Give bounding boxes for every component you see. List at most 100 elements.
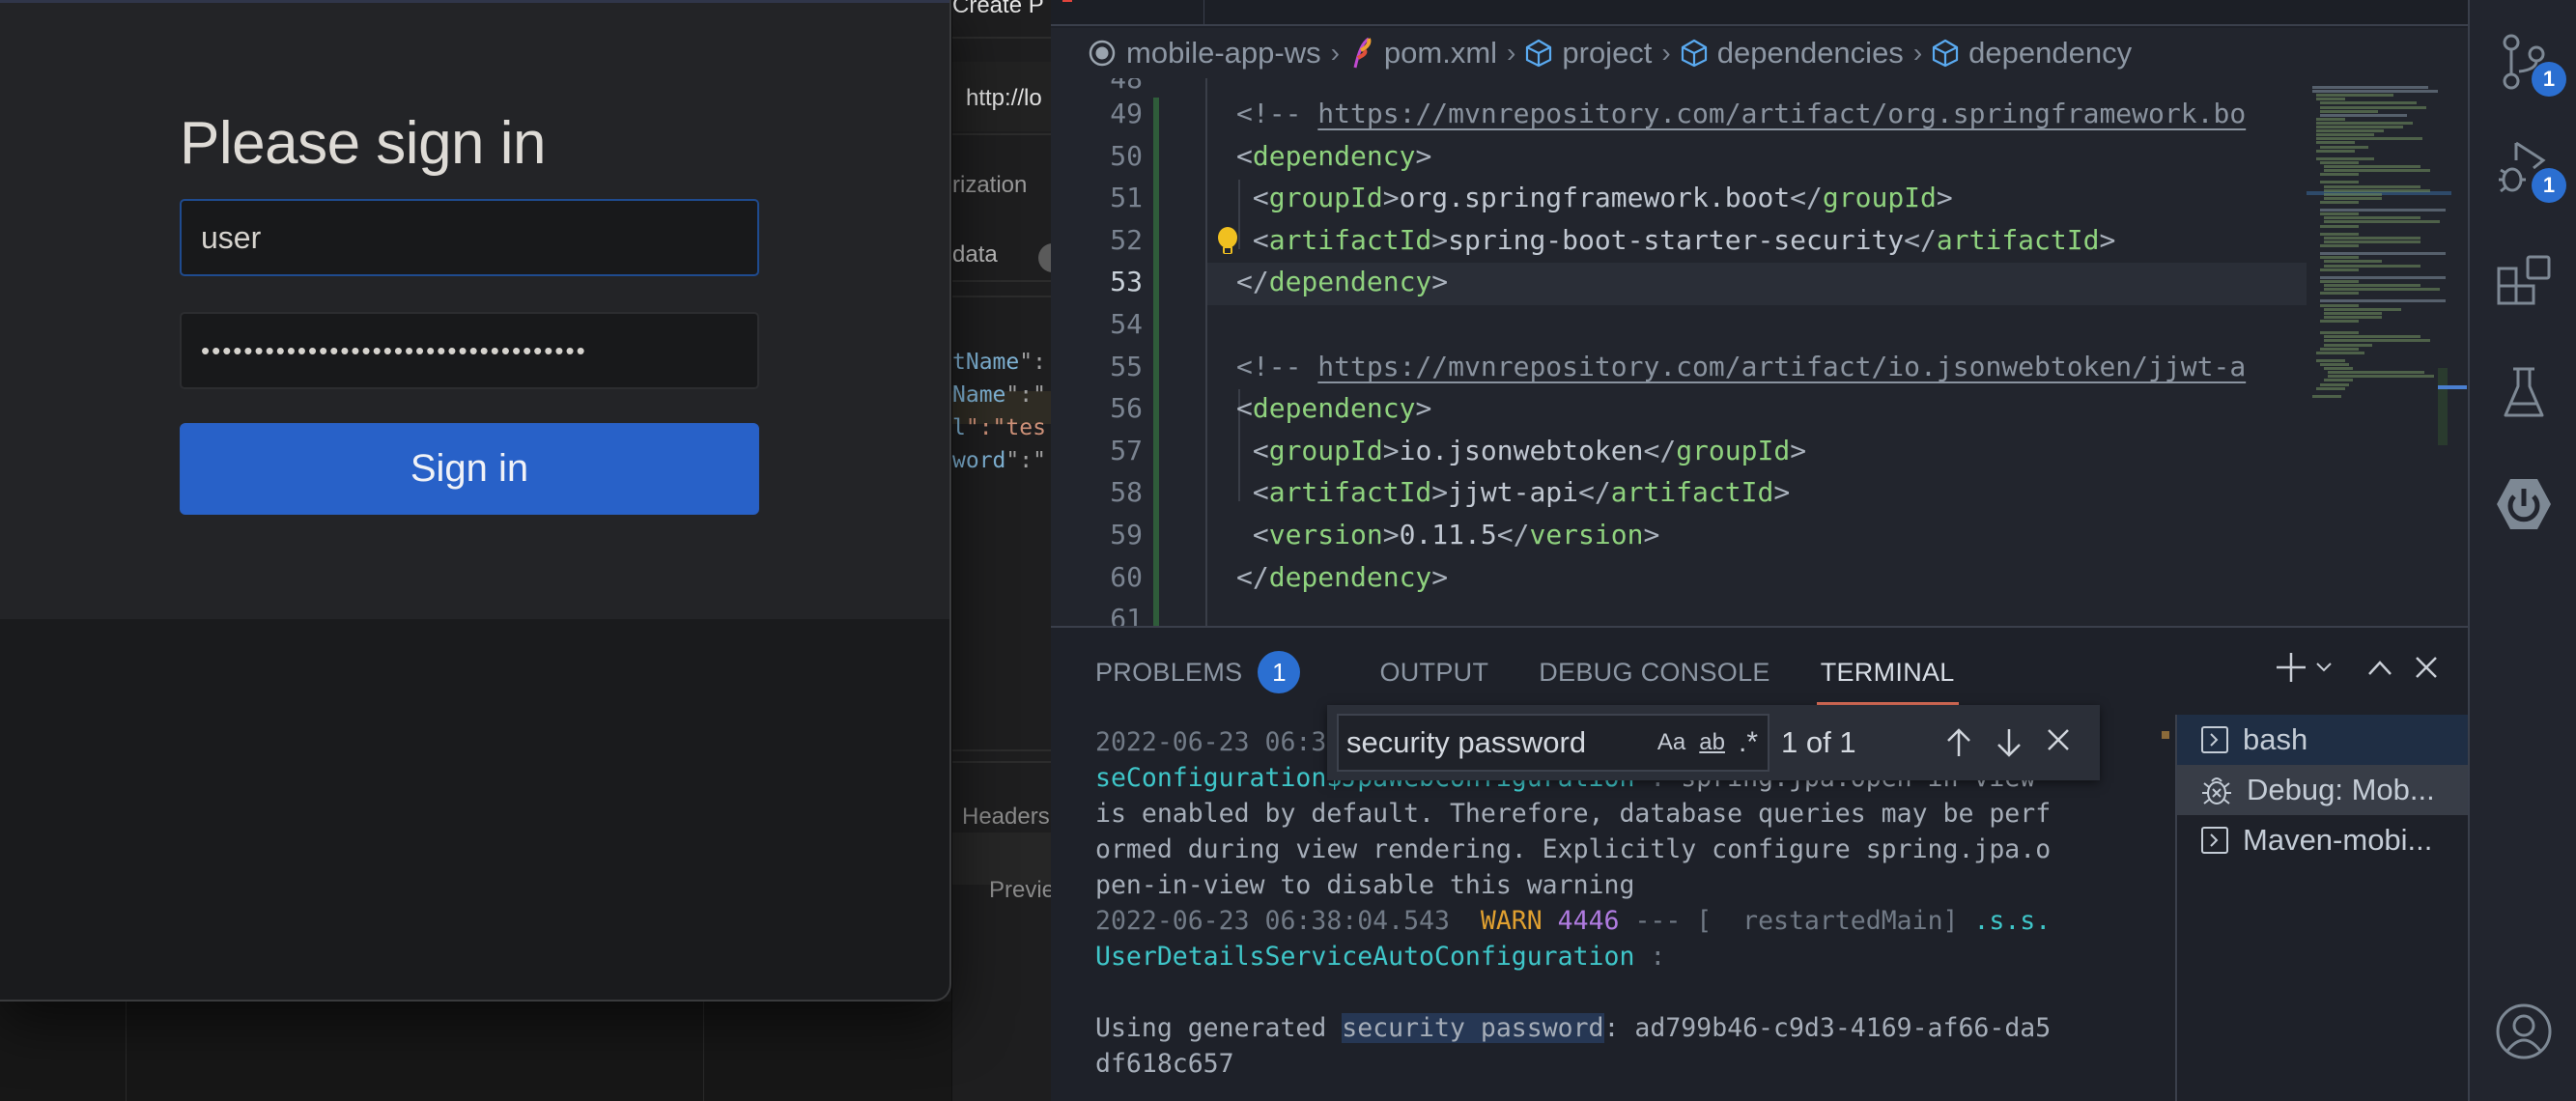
- log-timestamp: 2022-06-23 06:38:04.543: [1095, 906, 1481, 936]
- code-editor[interactable]: 48 49 50 51 52 53 54 55 56 57 58 59 60 61 <!-- https…: [1051, 78, 2468, 626]
- previous-match-button[interactable]: [1945, 727, 1972, 758]
- xml-bracket: </: [1236, 560, 1269, 593]
- json-key: tName: [952, 350, 1020, 375]
- xml-tag-name: dependency: [1268, 266, 1432, 298]
- activity-accounts[interactable]: [2495, 1002, 2553, 1060]
- log-timestamp: :: [1634, 942, 1666, 972]
- breadcrumb-item-dependency[interactable]: dependency: [1932, 36, 2132, 71]
- terminal-item-maven[interactable]: Maven-mobi...: [2177, 815, 2468, 865]
- background-columns: [0, 1002, 951, 1101]
- json-key: Name: [952, 382, 1006, 408]
- new-terminal-button[interactable]: [2275, 651, 2307, 684]
- regex-toggle[interactable]: .*: [1739, 726, 1758, 759]
- xml-tag-name: dependency: [1268, 560, 1432, 593]
- terminal-output[interactable]: 2022-06-23 06:38:04.4seConfiguration$Jpa…: [1095, 724, 2206, 1101]
- minimap-line: [2320, 105, 2426, 109]
- minimap-line: [2316, 351, 2364, 354]
- line-number-gutter: 48 49 50 51 52 53 54 55 56 57 58 59 60 61: [1051, 78, 1157, 626]
- password-value: ••••••••••••••••••••••••••••••••••••: [201, 335, 587, 365]
- json-key: word: [952, 448, 1006, 473]
- terminal-line: pen-in-view to disable this warning: [1095, 867, 2206, 903]
- minimap-line: [2320, 331, 2359, 335]
- terminal-dropdown-button[interactable]: [2315, 662, 2333, 673]
- tab-terminal[interactable]: TERMINAL: [1816, 658, 1959, 705]
- comment-link[interactable]: https://mvnrepository.com/artifact/io.js…: [1317, 351, 2246, 382]
- activity-run-debug[interactable]: 1: [2495, 139, 2566, 203]
- code-line[interactable]: <groupId>org.springframework.boot</group…: [1236, 182, 1953, 213]
- line-number: 58: [1110, 476, 1143, 509]
- password-field[interactable]: ••••••••••••••••••••••••••••••••••••: [180, 312, 759, 389]
- activity-extensions[interactable]: [2495, 253, 2553, 311]
- xml-bracket: >: [1431, 223, 1449, 256]
- terminal-item-debug[interactable]: Debug: Mob...: [2177, 765, 2468, 815]
- minimap-line: [2320, 256, 2359, 260]
- code-line[interactable]: </dependency>: [1236, 266, 1448, 297]
- radio-toggle[interactable]: [1038, 243, 1051, 272]
- code-line[interactable]: <!-- https://mvnrepository.com/artifact/…: [1236, 98, 2246, 129]
- breadcrumb-item-dependencies[interactable]: dependencies: [1681, 36, 1904, 71]
- activity-source-control[interactable]: 1: [2495, 33, 2566, 97]
- activity-testing[interactable]: [2495, 365, 2553, 423]
- divider: [952, 749, 1051, 751]
- column-divider: [703, 1002, 704, 1101]
- code-line[interactable]: </dependency>: [1236, 561, 1448, 593]
- minimap-line: [2324, 379, 2353, 382]
- username-field[interactable]: user: [180, 199, 759, 276]
- code-line[interactable]: <version>0.11.5</version>: [1236, 519, 1660, 550]
- git-change-indicator: [1153, 98, 1159, 626]
- xml-text: jjwt-api: [1448, 476, 1579, 509]
- line-number: 54: [1110, 308, 1143, 340]
- spring-boot-power-icon: [2497, 479, 2551, 529]
- code-line[interactable]: <groupId>io.jsonwebtoken</groupId>: [1236, 435, 1806, 466]
- breadcrumb-label: dependency: [1968, 36, 2133, 70]
- tab-output[interactable]: OUTPUT: [1379, 658, 1488, 688]
- request-url[interactable]: http://lo: [966, 85, 1042, 112]
- divider: [952, 761, 1051, 763]
- tab-debug-console[interactable]: DEBUG CONSOLE: [1539, 658, 1769, 688]
- arrow-down-icon: [1997, 729, 2021, 757]
- find-input[interactable]: security password Aa ab .*: [1337, 714, 1769, 772]
- breadcrumb-item-project[interactable]: project: [1525, 36, 1652, 71]
- line-number: 55: [1110, 350, 1143, 382]
- login-window: Please sign in user ••••••••••••••••••••…: [0, 0, 951, 1002]
- tab-problems[interactable]: PROBLEMS 1: [1095, 651, 1301, 693]
- code-line[interactable]: <!-- https://mvnrepository.com/artifact/…: [1236, 351, 2246, 382]
- tab-authorization[interactable]: rization: [952, 172, 1027, 199]
- code-line[interactable]: <dependency>: [1236, 140, 1431, 172]
- sign-in-button[interactable]: Sign in: [180, 423, 759, 515]
- terminal-item-bash[interactable]: bash: [2177, 715, 2468, 765]
- comment: <!--: [1236, 350, 1318, 382]
- match-case-toggle[interactable]: Aa: [1657, 729, 1685, 756]
- xml-tag-name: artifactId: [1610, 476, 1774, 509]
- activity-spring-boot-dashboard[interactable]: [2495, 475, 2553, 533]
- minimap[interactable]: [2307, 78, 2457, 626]
- line-number: 48: [1110, 78, 1143, 95]
- xml-bracket: <: [1236, 434, 1269, 466]
- breadcrumb-item-workspace[interactable]: mobile-app-ws: [1088, 36, 1321, 71]
- close-panel-button[interactable]: [2414, 655, 2439, 680]
- tab-headers[interactable]: Headers: [962, 804, 1050, 831]
- comment-link[interactable]: https://mvnrepository.com/artifact/org.s…: [1317, 98, 2246, 129]
- whole-word-toggle[interactable]: ab: [1699, 729, 1725, 756]
- next-match-button[interactable]: [1996, 727, 2023, 758]
- tab-preview[interactable]: Previe: [989, 877, 1051, 904]
- log-text: is enabled by default. Therefore, databa…: [1095, 799, 2052, 829]
- code-line[interactable]: <artifactId>jjwt-api</artifactId>: [1236, 476, 1790, 508]
- minimap-line: [2324, 169, 2430, 173]
- close-find-button[interactable]: [2046, 727, 2071, 758]
- minimap-line: [2324, 264, 2420, 268]
- editor-scrollbar[interactable]: [2438, 368, 2448, 445]
- breadcrumb-item-file[interactable]: pom.xml: [1349, 36, 1497, 71]
- minimap-line: [2320, 113, 2407, 117]
- code-line[interactable]: <artifactId>spring-boot-starter-security…: [1236, 224, 2115, 256]
- divider: [952, 280, 1051, 282]
- code-line[interactable]: <dependency>: [1236, 392, 1431, 424]
- tab-label: DEBUG CONSOLE: [1539, 657, 1770, 687]
- minimap-line: [2316, 156, 2374, 160]
- cube-icon: [1933, 39, 1959, 68]
- lightbulb-icon[interactable]: [1215, 226, 1240, 259]
- terminal-label: bash: [2243, 722, 2308, 756]
- form-data-option[interactable]: data: [952, 241, 998, 268]
- minimap-line: [2320, 109, 2378, 113]
- maximize-panel-button[interactable]: [2367, 659, 2392, 676]
